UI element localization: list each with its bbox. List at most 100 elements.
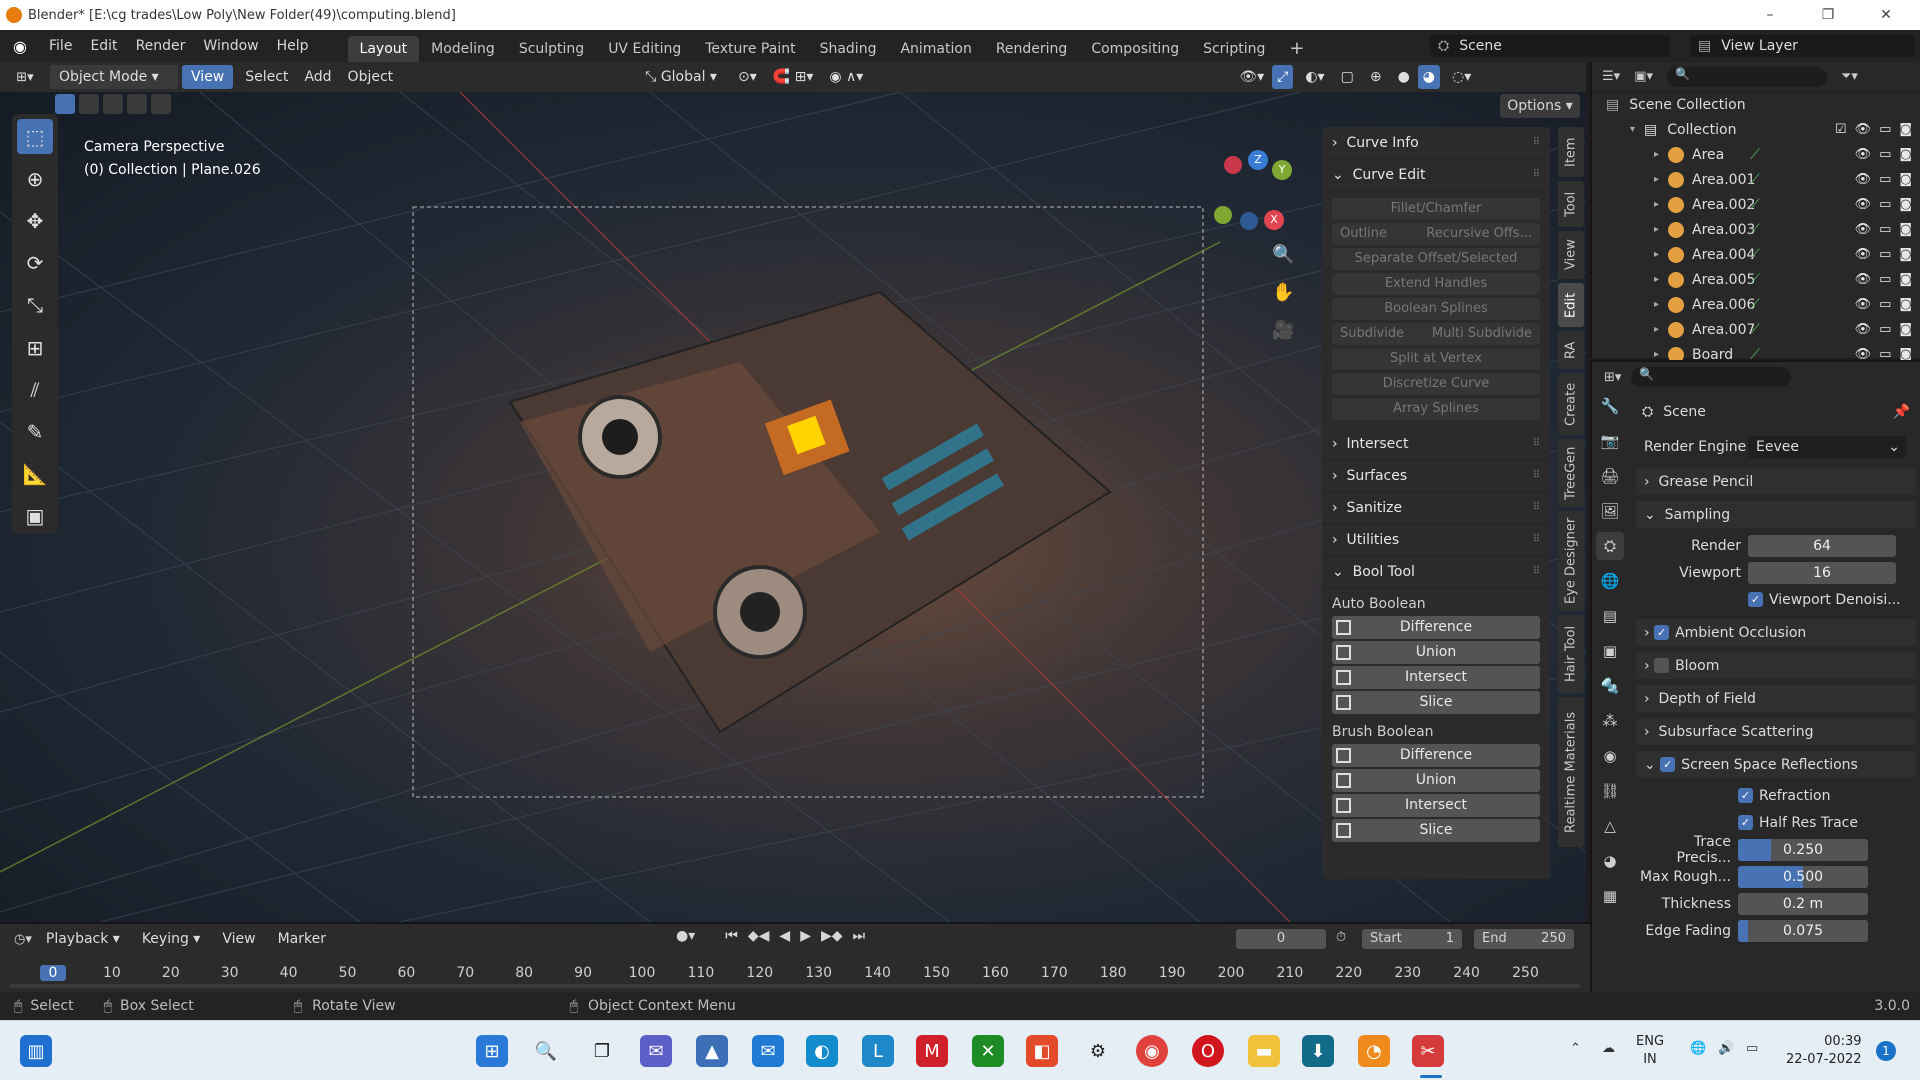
curve-info-section[interactable]: › Curve Info ⠿ [1322, 127, 1550, 159]
transform-orientation-dropdown[interactable]: ⤡ Global ▾ [636, 65, 726, 89]
select-intersect-icon[interactable] [151, 94, 171, 114]
network-icon[interactable]: 🌐 [1690, 1041, 1706, 1056]
app-l-icon[interactable]: L [862, 1035, 894, 1067]
checkbox-unchecked-icon[interactable] [1654, 658, 1670, 673]
subsurface-section[interactable]: › Subsurface Scattering [1636, 718, 1916, 745]
outliner-item[interactable]: ▸ Area.005 ⟋ 👁 ▭ ◙ [1592, 267, 1920, 292]
object-tab-icon[interactable]: ▣ [1596, 637, 1624, 665]
checkbox-checked-icon[interactable]: ✓ [1738, 788, 1753, 803]
camera-icon[interactable]: ◙ [1899, 247, 1912, 262]
minimize-button[interactable]: – [1742, 0, 1798, 30]
shading-wireframe-icon[interactable]: ⊕ [1362, 69, 1390, 85]
workspace-tab-layout[interactable]: Layout [347, 36, 420, 62]
fillet-chamfer-button[interactable]: Fillet/Chamfer [1332, 198, 1540, 220]
visibility-icon[interactable]: 👁▾ [1231, 69, 1272, 85]
xbox-icon[interactable]: ✕ [972, 1035, 1004, 1067]
add-workspace-button[interactable]: + [1277, 36, 1316, 62]
trace-precision-slider[interactable]: 0.250 [1738, 838, 1868, 861]
outliner-item[interactable]: ▸ Area.007 ⟋ 👁 ▭ ◙ [1592, 317, 1920, 342]
camera-icon[interactable]: ◙ [1899, 172, 1912, 187]
expand-arrow-icon[interactable]: ▸ [1654, 174, 1668, 185]
camera-icon[interactable]: ◙ [1899, 322, 1912, 337]
eye-icon[interactable]: 👁 [1855, 297, 1872, 312]
language-indicator[interactable]: ENG IN [1636, 1033, 1664, 1069]
opera-icon[interactable]: O [1192, 1035, 1224, 1067]
tab-item[interactable]: Item [1558, 127, 1584, 177]
chrome-icon[interactable]: ◉ [1136, 1035, 1168, 1067]
notification-badge[interactable]: 1 [1876, 1041, 1896, 1061]
monitor-icon[interactable]: ▭ [1879, 172, 1891, 187]
mail-icon[interactable]: ✉ [752, 1035, 784, 1067]
auto-slice-button[interactable]: Slice [1332, 691, 1540, 714]
camera-icon[interactable]: ◙ [1899, 122, 1912, 137]
scene-selector[interactable]: ⛭ Scene [1430, 35, 1670, 57]
multi-subdivide-button[interactable]: Multi Subdivide [1432, 323, 1532, 345]
monitor-icon[interactable]: ▭ [1879, 222, 1891, 237]
editor-type-icon[interactable]: ⊞▾ [0, 70, 50, 85]
utilities-section[interactable]: › Utilities ⠿ [1322, 524, 1550, 556]
scale-tool-icon[interactable]: ⤡ [17, 288, 53, 323]
zoom-icon[interactable]: 🔍 [1272, 244, 1294, 265]
expand-arrow-icon[interactable]: ▸ [1654, 274, 1668, 285]
monitor-icon[interactable]: ▭ [1879, 122, 1891, 137]
pan-hand-icon[interactable]: ✋ [1272, 282, 1294, 303]
workspace-tab-uv-editing[interactable]: UV Editing [596, 36, 693, 62]
properties-search-input[interactable]: 🔍 [1631, 367, 1792, 387]
separate-offset-button[interactable]: Separate Offset/Selected [1332, 248, 1540, 270]
recursive-offset-button[interactable]: Recursive Offs... [1426, 223, 1532, 245]
display-mode-icon[interactable]: ▣▾ [1634, 69, 1653, 84]
camera-icon[interactable]: ◙ [1899, 147, 1912, 162]
checkbox-checked-icon[interactable]: ✓ [1748, 592, 1763, 607]
workspace-tab-shading[interactable]: Shading [808, 36, 889, 62]
expand-arrow-icon[interactable]: ▸ [1654, 224, 1668, 235]
add-cube-tool-icon[interactable]: ▣ [17, 499, 53, 534]
grease-pencil-section[interactable]: › Grease Pencil [1636, 468, 1916, 495]
menu-view[interactable]: View [182, 65, 234, 89]
thickness-field[interactable]: 0.2 m [1738, 892, 1868, 915]
outline-button[interactable]: Outline [1340, 223, 1387, 245]
auto-intersect-button[interactable]: Intersect [1332, 666, 1540, 689]
tray-onedrive-icon[interactable]: ☁ [1602, 1041, 1615, 1056]
depth-of-field-section[interactable]: › Depth of Field [1636, 685, 1916, 712]
texture-tab-icon[interactable]: ▦ [1596, 882, 1624, 910]
gizmo-neg-x-icon[interactable] [1224, 156, 1242, 174]
camera-view-icon[interactable]: 🎥 [1272, 320, 1294, 341]
snap-icon[interactable]: 🧲 ⊞▾ [765, 69, 822, 85]
particles-tab-icon[interactable]: ⁂ [1596, 707, 1624, 735]
outliner-item[interactable]: ▸ Area ⟋ 👁 ▭ ◙ [1592, 142, 1920, 167]
discretize-curve-button[interactable]: Discretize Curve [1332, 373, 1540, 395]
max-roughness-slider[interactable]: 0.500 [1738, 865, 1868, 888]
move-tool-icon[interactable]: ✥ [17, 203, 53, 238]
monitor-icon[interactable]: ▭ [1879, 247, 1891, 262]
timeline-scrollbar[interactable] [10, 984, 1580, 988]
volume-icon[interactable]: 🔊 [1718, 1041, 1734, 1056]
menu-edit[interactable]: Edit [81, 30, 126, 62]
shading-solid-icon[interactable]: ● [1390, 69, 1418, 85]
office-icon[interactable]: ◧ [1026, 1035, 1058, 1067]
pin-icon[interactable]: 📌 [1893, 404, 1910, 420]
maximize-button[interactable]: ❐ [1800, 0, 1856, 30]
blender-app-icon[interactable]: ◔ [1358, 1035, 1390, 1067]
monitor-icon[interactable]: ▭ [1879, 272, 1891, 287]
expand-arrow-icon[interactable]: ▸ [1654, 199, 1668, 210]
navigation-gizmo[interactable]: Z Y X [1212, 150, 1292, 234]
eye-icon[interactable]: 👁 [1855, 247, 1872, 262]
render-tab-icon[interactable]: 📷 [1596, 427, 1624, 455]
shading-rendered-icon[interactable]: ◌▾ [1444, 69, 1479, 85]
edge-fading-slider[interactable]: 0.075 [1738, 919, 1868, 942]
ssr-section[interactable]: ⌄ ✓ Screen Space Reflections [1636, 751, 1916, 778]
close-button[interactable]: ✕ [1858, 0, 1914, 30]
collection-row[interactable]: ▾ ▤ Collection ☑ 👁 ▭ ◙ [1592, 117, 1920, 142]
eye-icon[interactable]: 👁 [1855, 222, 1872, 237]
split-at-vertex-button[interactable]: Split at Vertex [1332, 348, 1540, 370]
modifier-tab-icon[interactable]: 🔩 [1596, 672, 1624, 700]
menu-window[interactable]: Window [194, 30, 267, 62]
settings-gear-icon[interactable]: ⚙ [1082, 1035, 1114, 1067]
chat-icon[interactable]: ✉ [640, 1035, 672, 1067]
monitor-icon[interactable]: ▭ [1879, 322, 1891, 337]
annotate-line-tool-icon[interactable]: ⫽ [17, 372, 53, 407]
select-box-tool-icon[interactable]: ⬚ [17, 119, 53, 155]
monitor-icon[interactable]: ▭ [1879, 297, 1891, 312]
viewport-denoise-row[interactable]: ✓ Viewport Denoisi... [1636, 586, 1916, 613]
camera-icon[interactable]: ◙ [1899, 197, 1912, 212]
